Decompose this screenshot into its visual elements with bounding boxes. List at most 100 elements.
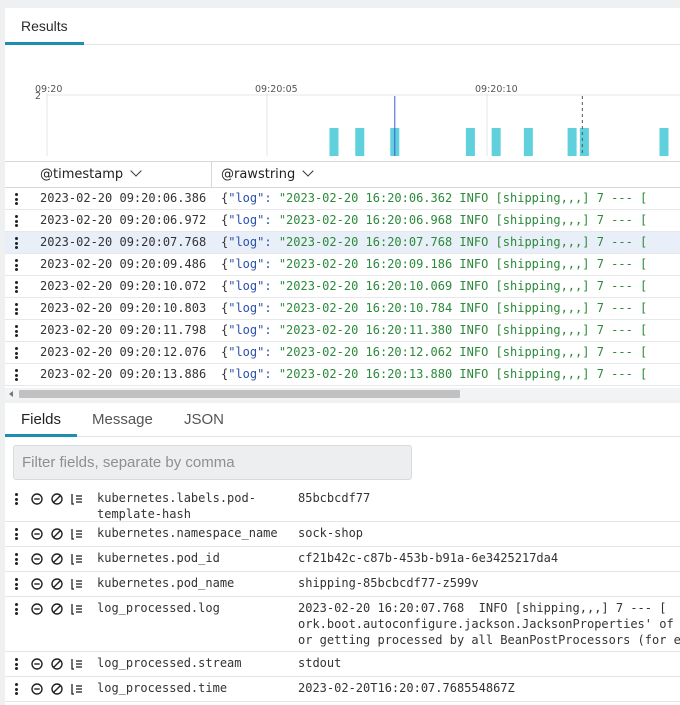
field-row[interactable]: log_processed.stream stdout xyxy=(5,652,680,677)
raw-key: "log": xyxy=(228,301,272,315)
histogram-bar[interactable] xyxy=(329,128,339,156)
column-header-timestamp[interactable]: @timestamp xyxy=(40,162,142,188)
filter-include-icon[interactable] xyxy=(31,528,43,540)
event-detail-panel: Fields Message JSON kubernetes.labels.po… xyxy=(5,403,680,705)
row-menu-icon[interactable] xyxy=(13,347,19,359)
histogram-bar[interactable] xyxy=(523,128,533,156)
raw-value: "2023-02-20 16:20:07.768 INFO [shipping,… xyxy=(271,235,648,249)
row-rawstring: {"log": "2023-02-20 16:20:10.069 INFO [s… xyxy=(221,276,647,297)
row-timestamp: 2023-02-20 09:20:09.486 xyxy=(40,257,207,271)
tab-fields[interactable]: Fields xyxy=(5,403,78,437)
filter-exclude-icon[interactable] xyxy=(51,528,63,540)
filter-include-icon[interactable] xyxy=(31,658,43,670)
add-column-icon[interactable] xyxy=(71,493,83,505)
field-value: cf21b42c-c87b-453b-b91a-6e3425217da4 xyxy=(298,551,559,565)
table-row[interactable]: 2023-02-20 09:20:06.972 {"log": "2023-02-… xyxy=(5,210,680,232)
add-column-icon[interactable] xyxy=(71,578,83,590)
row-menu-icon[interactable] xyxy=(13,215,19,227)
filter-include-icon[interactable] xyxy=(31,493,43,505)
field-menu-icon[interactable] xyxy=(13,578,19,590)
field-row[interactable]: kubernetes.pod_id cf21b42c-c87b-453b-b91a… xyxy=(5,547,680,572)
filter-exclude-icon[interactable] xyxy=(51,658,63,670)
field-row[interactable]: kubernetes.pod_name shipping-85bcbcdf77-z… xyxy=(5,572,680,597)
filter-exclude-icon[interactable] xyxy=(51,553,63,565)
table-row[interactable]: 2023-02-20 09:20:13.886 {"log": "2023-02-… xyxy=(5,364,680,386)
row-menu-icon[interactable] xyxy=(13,193,19,205)
top-tab-bar: Results xyxy=(5,8,680,45)
row-menu-icon[interactable] xyxy=(13,369,19,381)
histogram-bar[interactable] xyxy=(465,128,475,156)
chevron-down-icon[interactable] xyxy=(302,165,314,177)
scroll-left-icon[interactable] xyxy=(9,391,13,397)
field-name: kubernetes.pod_id xyxy=(97,551,220,565)
field-menu-icon[interactable] xyxy=(13,528,19,540)
row-rawstring: {"log": "2023-02-20 16:20:10.784 INFO [s… xyxy=(221,298,647,319)
field-menu-icon[interactable] xyxy=(13,683,19,695)
add-column-icon[interactable] xyxy=(71,683,83,695)
add-column-icon[interactable] xyxy=(71,603,83,615)
column-header-rawstring[interactable]: @rawstring xyxy=(221,162,314,188)
add-column-icon[interactable] xyxy=(71,528,83,540)
chevron-down-icon[interactable] xyxy=(130,165,142,177)
x-tick-label: 09:20:10 xyxy=(475,84,518,95)
filter-exclude-icon[interactable] xyxy=(51,603,63,615)
filter-include-icon[interactable] xyxy=(31,603,43,615)
table-row[interactable]: 2023-02-20 09:20:12.076 {"log": "2023-02-… xyxy=(5,342,680,364)
row-menu-icon[interactable] xyxy=(13,303,19,315)
field-row[interactable]: log_processed.log 2023-02-20 16:20:07.768… xyxy=(5,597,680,652)
field-row[interactable]: kubernetes.namespace_name sock-shop xyxy=(5,522,680,547)
row-rawstring: {"log": "2023-02-20 16:20:06.362 INFO [s… xyxy=(221,188,647,209)
field-menu-icon[interactable] xyxy=(13,658,19,670)
event-histogram[interactable]: 2 09:20 09:20:05 09:20:10 xyxy=(5,45,680,162)
filter-include-icon[interactable] xyxy=(31,553,43,565)
column-header-row: @timestamp @rawstring xyxy=(5,162,680,188)
filter-exclude-icon[interactable] xyxy=(51,578,63,590)
scrollbar-thumb[interactable] xyxy=(19,390,460,398)
field-value: sock-shop xyxy=(298,526,364,540)
field-row[interactable]: log_processed.time 2023-02-20T16:20:07.76… xyxy=(5,677,680,702)
field-menu-icon[interactable] xyxy=(13,493,19,505)
field-name: log_processed.time xyxy=(97,681,228,695)
raw-value: "2023-02-20 16:20:13.880 INFO [shipping,… xyxy=(271,367,648,381)
histogram-bar[interactable] xyxy=(567,128,577,156)
raw-value: "2023-02-20 16:20:11.380 INFO [shipping,… xyxy=(271,323,648,337)
filter-fields-input[interactable] xyxy=(13,445,412,480)
row-menu-icon[interactable] xyxy=(13,325,19,337)
filter-exclude-icon[interactable] xyxy=(51,493,63,505)
table-row[interactable]: 2023-02-20 09:20:07.768 {"log": "2023-02-… xyxy=(5,232,680,254)
field-menu-icon[interactable] xyxy=(13,603,19,615)
column-divider[interactable] xyxy=(211,162,212,188)
row-menu-icon[interactable] xyxy=(13,281,19,293)
filter-include-icon[interactable] xyxy=(31,578,43,590)
raw-value: "2023-02-20 16:20:09.186 INFO [shipping,… xyxy=(271,257,648,271)
row-menu-icon[interactable] xyxy=(13,259,19,271)
filter-include-icon[interactable] xyxy=(31,683,43,695)
histogram-bar[interactable] xyxy=(355,128,365,156)
field-menu-icon[interactable] xyxy=(13,553,19,565)
filter-exclude-icon[interactable] xyxy=(51,683,63,695)
table-row[interactable]: 2023-02-20 09:20:10.072 {"log": "2023-02-… xyxy=(5,276,680,298)
histogram-chart[interactable]: 209:20 09:20:05 09:20:10 xyxy=(5,45,680,162)
table-row[interactable]: 2023-02-20 09:20:09.486 {"log": "2023-02-… xyxy=(5,254,680,276)
table-row[interactable]: 2023-02-20 09:20:10.803 {"log": "2023-02-… xyxy=(5,298,680,320)
row-timestamp: 2023-02-20 09:20:07.768 xyxy=(40,235,207,249)
row-timestamp: 2023-02-20 09:20:06.972 xyxy=(40,213,207,227)
row-rawstring: {"log": "2023-02-20 16:20:07.768 INFO [s… xyxy=(221,232,647,253)
raw-key: "log": xyxy=(228,345,272,359)
field-value: 2023-02-20 16:20:07.768 INFO [shipping,,… xyxy=(298,601,680,647)
row-menu-icon[interactable] xyxy=(13,237,19,249)
raw-key: "log": xyxy=(228,191,272,205)
add-column-icon[interactable] xyxy=(71,553,83,565)
tab-json[interactable]: JSON xyxy=(184,403,224,437)
horizontal-scrollbar[interactable] xyxy=(5,388,680,400)
add-column-icon[interactable] xyxy=(71,658,83,670)
tab-results[interactable]: Results xyxy=(5,8,84,45)
histogram-bar[interactable] xyxy=(491,128,501,156)
histogram-bar[interactable] xyxy=(659,128,669,156)
table-row[interactable]: 2023-02-20 09:20:06.386 {"log": "2023-02-… xyxy=(5,188,680,210)
x-tick-label: 09:20 xyxy=(35,84,62,95)
field-row[interactable]: kubernetes.labels.pod-template-hash 85bcb… xyxy=(5,487,680,522)
table-row[interactable]: 2023-02-20 09:20:11.798 {"log": "2023-02-… xyxy=(5,320,680,342)
histogram-bar[interactable] xyxy=(579,128,589,156)
tab-message[interactable]: Message xyxy=(92,403,153,437)
